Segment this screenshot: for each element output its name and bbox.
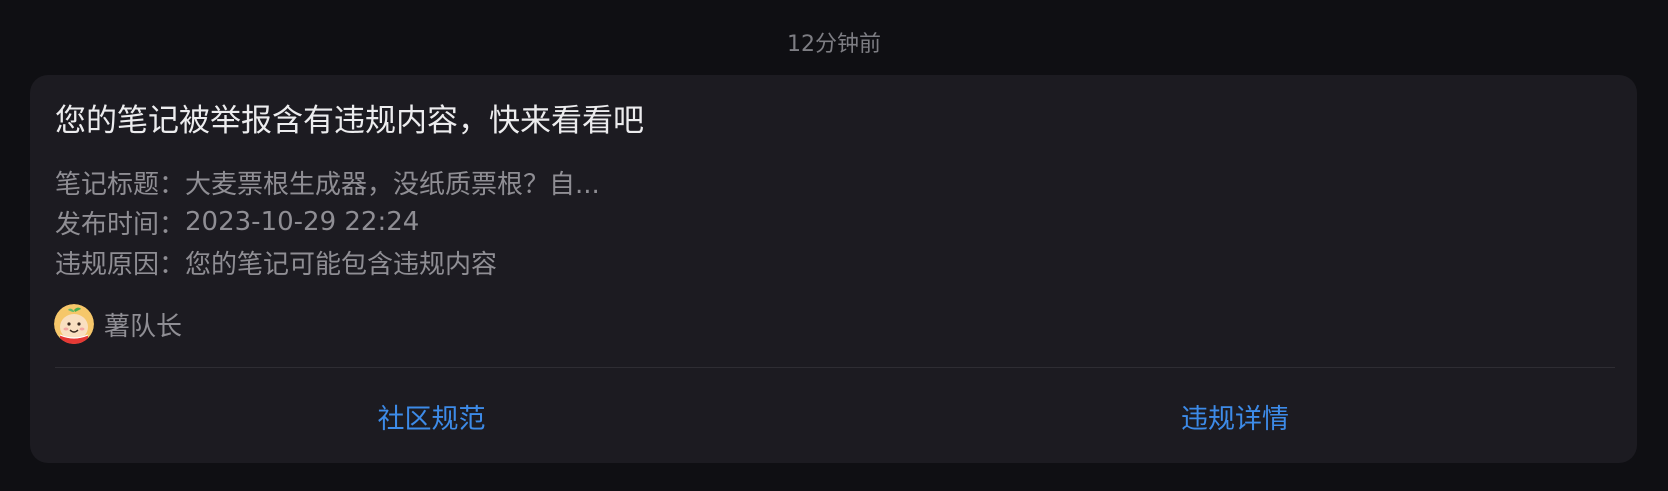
sender-info[interactable]: 薯队长 xyxy=(54,303,182,345)
card-divider xyxy=(55,367,1615,368)
detail-label: 违规原因： xyxy=(55,249,186,280)
detail-row-violation-reason: 违规原因： 您的笔记可能包含违规内容 xyxy=(55,242,600,282)
detail-row-publish-time: 发布时间： 2023-10-29 22:24 xyxy=(55,202,600,242)
notification-timestamp: 12分钟前 xyxy=(787,32,881,57)
detail-value: 大麦票根生成器，没纸质票根？自... xyxy=(185,169,600,200)
detail-label: 笔记标题： xyxy=(55,169,186,200)
detail-label: 发布时间： xyxy=(55,209,186,240)
notification-title: 您的笔记被举报含有违规内容，快来看看吧 xyxy=(55,103,644,139)
notification-details: 笔记标题： 大麦票根生成器，没纸质票根？自... 发布时间： 2023-10-29 … xyxy=(55,162,600,282)
potato-mascot-avatar-icon[interactable] xyxy=(54,304,94,344)
detail-row-note-title: 笔记标题： 大麦票根生成器，没纸质票根？自... xyxy=(55,162,600,202)
detail-value: 您的笔记可能包含违规内容 xyxy=(185,249,498,280)
violation-notification-card: 您的笔记被举报含有违规内容，快来看看吧 笔记标题： 大麦票根生成器，没纸质票根？自… xyxy=(30,75,1637,463)
detail-value: 2023-10-29 22:24 xyxy=(185,207,420,237)
sender-name[interactable]: 薯队长 xyxy=(104,306,182,343)
violation-details-button[interactable]: 违规详情 xyxy=(833,381,1637,451)
community-guidelines-button[interactable]: 社区规范 xyxy=(30,381,833,451)
